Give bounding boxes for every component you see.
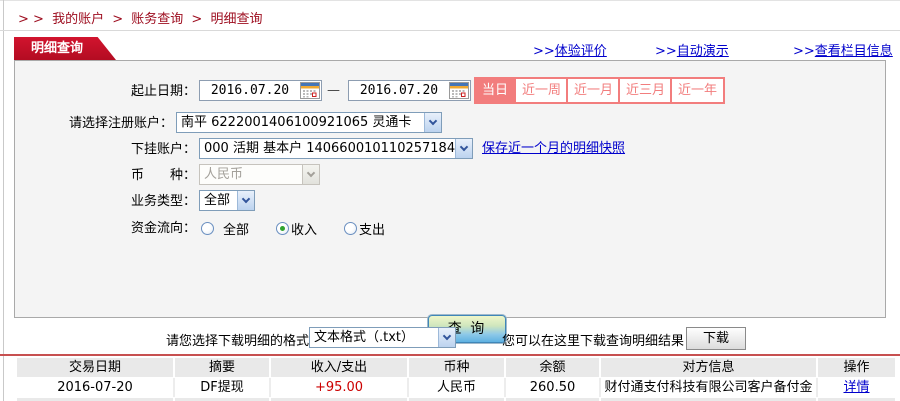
header-balance: 余额 xyxy=(504,358,599,377)
link-arrows: >> xyxy=(793,44,815,59)
date-range-label: 起止日期： xyxy=(130,84,196,99)
download-hint-text: 您可以在这里下载查询明细结果 xyxy=(502,334,685,349)
currency-select: 人民币 xyxy=(199,164,320,185)
cell-income-expense: +95.00 xyxy=(269,378,407,397)
detail-link[interactable]: 详情 xyxy=(843,380,869,395)
chevron-down-icon xyxy=(302,165,319,184)
save-snapshot-link[interactable]: 保存近一个月的明细快照 xyxy=(482,138,625,160)
detail-query-page: > > 我的账户 > 账务查询 > 明细查询 明细查询 >>体验评价 >>自动演… xyxy=(0,0,900,401)
header-counterparty: 对方信息 xyxy=(599,358,816,377)
fund-flow-radio-group: 全部 收入 支出 xyxy=(201,217,385,239)
cell-summary: DF提现 xyxy=(173,378,269,397)
section-tab-detail-query: 明细查询 xyxy=(14,37,116,60)
calendar-icon[interactable] xyxy=(449,82,469,99)
cell-balance: 260.50 xyxy=(504,378,599,397)
breadcrumb-prefix: > > xyxy=(18,12,44,27)
view-column-info-link[interactable]: >>查看栏目信息 xyxy=(793,40,893,59)
fund-flow-option-label: 支出 xyxy=(359,222,386,238)
period-button-last-month[interactable]: 近一月 xyxy=(566,77,622,104)
period-button-last-3-months[interactable]: 近三月 xyxy=(618,77,674,104)
breadcrumb-item-detail-query[interactable]: 明细查询 xyxy=(210,12,262,27)
breadcrumb-item-account-query[interactable]: 账务查询 xyxy=(131,12,183,27)
calendar-icon[interactable] xyxy=(300,82,320,99)
cell-counterparty: 财付通支付科技有限公司客户备付金 xyxy=(599,378,816,397)
cell-currency: 人民币 xyxy=(407,378,504,397)
table-header-row: 交易日期 摘要 收入/支出 币种 余额 对方信息 操作 xyxy=(17,358,895,377)
auto-demo-link[interactable]: >>自动演示 xyxy=(655,40,729,59)
business-type-select[interactable]: 全部 xyxy=(199,190,255,211)
start-date-value: 2016.07.20 xyxy=(210,83,290,98)
currency-label: 币 种： xyxy=(130,168,196,183)
sub-account-value: 000 活期 基本户 1406600101102571848 xyxy=(204,141,455,156)
end-date-value: 2016.07.20 xyxy=(359,83,439,98)
fund-flow-option-expense[interactable]: 支出 xyxy=(344,219,385,238)
download-format-label: 请您选择下载明细的格式 xyxy=(166,334,310,349)
chevron-down-icon[interactable] xyxy=(424,113,441,132)
header-action: 操作 xyxy=(816,358,895,377)
header-trade-date: 交易日期 xyxy=(17,358,173,377)
business-type-value: 全部 xyxy=(204,193,231,208)
table-top-rule xyxy=(0,354,900,356)
header-summary: 摘要 xyxy=(173,358,269,377)
results-table: 交易日期 摘要 收入/支出 币种 余额 对方信息 操作 2016-07-20 D… xyxy=(17,358,895,401)
fund-flow-option-label: 收入 xyxy=(291,222,318,238)
page-top-border xyxy=(0,0,900,1)
header-income-expense: 收入/支出 xyxy=(269,358,407,377)
download-format-value: 文本格式（.txt） xyxy=(314,330,415,345)
header-currency: 币种 xyxy=(407,358,504,377)
end-date-input[interactable]: 2016.07.20 xyxy=(348,80,471,101)
business-type-label: 业务类型： xyxy=(130,194,196,209)
chevron-down-icon[interactable] xyxy=(237,191,254,210)
fund-flow-option-all[interactable]: 全部 xyxy=(201,219,249,238)
registered-account-select[interactable]: 南平 6222001406100921065 灵通卡 xyxy=(176,112,442,133)
cell-trade-date: 2016-07-20 xyxy=(17,378,173,397)
fund-flow-option-label: 全部 xyxy=(223,222,250,238)
link-arrows: >> xyxy=(655,44,677,59)
start-date-input[interactable]: 2016.07.20 xyxy=(199,80,322,101)
sub-account-label: 下挂账户： xyxy=(130,142,196,157)
fund-flow-label: 资金流向： xyxy=(130,221,196,236)
breadcrumb-separator: > xyxy=(191,12,203,27)
radio-icon[interactable] xyxy=(201,221,214,235)
experience-rating-link[interactable]: >>体验评价 xyxy=(533,40,607,59)
cell-action: 详情 xyxy=(816,378,895,397)
section-tab-label: 明细查询 xyxy=(31,41,84,56)
registered-account-value: 南平 6222001406100921065 灵通卡 xyxy=(181,115,412,130)
table-row: 2016-07-20 DF提现 +95.00 人民币 260.50 财付通支付科… xyxy=(17,378,895,397)
currency-value: 人民币 xyxy=(204,167,244,182)
radio-icon[interactable] xyxy=(276,221,290,235)
breadcrumb-divider xyxy=(0,30,900,31)
breadcrumb-item-my-account[interactable]: 我的账户 xyxy=(52,12,104,27)
radio-icon[interactable] xyxy=(344,221,358,235)
fund-flow-option-income[interactable]: 收入 xyxy=(276,219,317,238)
sub-account-select[interactable]: 000 活期 基本户 1406600101102571848 xyxy=(199,138,473,159)
period-button-last-year[interactable]: 近一年 xyxy=(670,77,726,104)
period-button-last-week[interactable]: 近一周 xyxy=(514,77,570,104)
chevron-down-icon[interactable] xyxy=(438,328,455,347)
download-format-select[interactable]: 文本格式（.txt） xyxy=(309,327,456,348)
page-left-border xyxy=(3,0,4,401)
date-range-dash: — xyxy=(327,83,340,98)
breadcrumb-separator: > xyxy=(112,12,124,27)
query-form-panel: 起止日期： 2016.07.20 — 2016.07.20 当日 近一周 近一月… xyxy=(14,60,886,343)
breadcrumb: > > 我的账户 > 账务查询 > 明细查询 xyxy=(18,8,266,27)
registered-account-label: 请选择注册账户： xyxy=(68,116,173,131)
link-arrows: >> xyxy=(533,44,555,59)
download-button[interactable]: 下载 xyxy=(686,327,746,350)
period-button-today[interactable]: 当日 xyxy=(474,77,517,104)
chevron-down-icon[interactable] xyxy=(455,139,472,158)
